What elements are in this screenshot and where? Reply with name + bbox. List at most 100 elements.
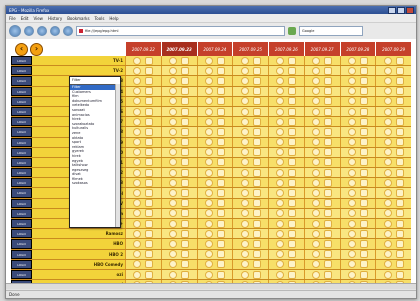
details-icon[interactable] <box>169 250 178 259</box>
record-icon[interactable] <box>395 239 404 248</box>
program-cell[interactable] <box>196 208 233 218</box>
record-icon[interactable] <box>252 127 261 136</box>
program-cell[interactable] <box>232 66 268 76</box>
details-icon[interactable] <box>240 189 249 198</box>
program-cell[interactable] <box>232 56 268 66</box>
record-icon[interactable] <box>181 117 190 126</box>
details-icon[interactable] <box>204 189 213 198</box>
record-icon[interactable] <box>395 138 404 147</box>
record-icon[interactable] <box>288 127 297 136</box>
details-icon[interactable] <box>383 87 392 96</box>
details-icon[interactable] <box>204 178 213 187</box>
record-icon[interactable] <box>359 87 368 96</box>
record-icon[interactable] <box>216 127 225 136</box>
record-icon[interactable] <box>288 239 297 248</box>
program-cell[interactable] <box>268 249 304 259</box>
record-icon[interactable] <box>181 66 190 75</box>
record-icon[interactable] <box>252 76 261 85</box>
program-cell[interactable] <box>160 76 197 86</box>
details-icon[interactable] <box>383 270 392 279</box>
record-icon[interactable] <box>324 239 333 248</box>
details-icon[interactable] <box>240 158 249 167</box>
details-icon[interactable] <box>240 138 249 147</box>
record-icon[interactable] <box>252 56 261 65</box>
program-cell[interactable] <box>303 66 340 76</box>
channel-logo[interactable]: LOGO <box>11 147 32 157</box>
program-cell[interactable] <box>160 229 197 239</box>
record-icon[interactable] <box>324 189 333 198</box>
details-icon[interactable] <box>312 219 321 228</box>
program-cell[interactable] <box>125 208 161 218</box>
record-icon[interactable] <box>395 76 404 85</box>
details-icon[interactable] <box>276 56 285 65</box>
program-cell[interactable] <box>232 127 268 137</box>
program-cell[interactable] <box>232 147 268 157</box>
details-icon[interactable] <box>347 199 356 208</box>
record-icon[interactable] <box>181 148 190 157</box>
record-icon[interactable] <box>181 168 190 177</box>
details-icon[interactable] <box>276 209 285 218</box>
program-cell[interactable] <box>196 269 233 280</box>
record-icon[interactable] <box>395 87 404 96</box>
details-icon[interactable] <box>347 56 356 65</box>
program-cell[interactable] <box>375 229 411 239</box>
date-header[interactable]: 2007.09.26 <box>268 42 304 56</box>
details-icon[interactable] <box>240 250 249 259</box>
details-icon[interactable] <box>133 148 142 157</box>
record-icon[interactable] <box>359 260 368 269</box>
program-cell[interactable] <box>196 96 233 106</box>
record-icon[interactable] <box>324 56 333 65</box>
record-icon[interactable] <box>359 138 368 147</box>
details-icon[interactable] <box>240 56 249 65</box>
details-icon[interactable] <box>383 148 392 157</box>
program-cell[interactable] <box>375 127 411 137</box>
details-icon[interactable] <box>312 127 321 136</box>
go-button[interactable] <box>288 27 296 35</box>
record-icon[interactable] <box>324 87 333 96</box>
program-cell[interactable] <box>196 239 233 249</box>
program-cell[interactable] <box>125 86 161 96</box>
program-cell[interactable] <box>303 56 340 66</box>
program-cell[interactable] <box>375 76 411 86</box>
program-cell[interactable] <box>125 178 161 188</box>
record-icon[interactable] <box>288 158 297 167</box>
details-icon[interactable] <box>383 229 392 238</box>
record-icon[interactable] <box>359 148 368 157</box>
record-icon[interactable] <box>181 239 190 248</box>
program-cell[interactable] <box>268 96 304 106</box>
details-icon[interactable] <box>276 260 285 269</box>
program-cell[interactable] <box>375 66 411 76</box>
program-cell[interactable] <box>339 269 376 280</box>
channel-logo[interactable]: LOGO <box>11 56 32 66</box>
details-icon[interactable] <box>204 107 213 116</box>
details-icon[interactable] <box>383 260 392 269</box>
record-icon[interactable] <box>216 178 225 187</box>
filter-selected[interactable]: Filter <box>70 77 120 85</box>
program-cell[interactable] <box>196 157 233 168</box>
details-icon[interactable] <box>276 87 285 96</box>
record-icon[interactable] <box>395 209 404 218</box>
program-cell[interactable] <box>160 188 197 198</box>
program-cell[interactable] <box>196 86 233 96</box>
record-icon[interactable] <box>359 189 368 198</box>
program-cell[interactable] <box>125 147 161 157</box>
program-cell[interactable] <box>339 56 376 66</box>
record-icon[interactable] <box>288 209 297 218</box>
program-cell[interactable] <box>160 56 197 66</box>
details-icon[interactable] <box>347 138 356 147</box>
details-icon[interactable] <box>312 66 321 75</box>
program-cell[interactable] <box>232 178 268 188</box>
record-icon[interactable] <box>359 270 368 279</box>
program-cell[interactable] <box>125 157 161 168</box>
details-icon[interactable] <box>169 219 178 228</box>
program-cell[interactable] <box>125 198 161 208</box>
program-cell[interactable] <box>232 157 268 168</box>
details-icon[interactable] <box>312 178 321 187</box>
details-icon[interactable] <box>347 219 356 228</box>
details-icon[interactable] <box>133 117 142 126</box>
details-icon[interactable] <box>276 189 285 198</box>
record-icon[interactable] <box>324 250 333 259</box>
program-cell[interactable] <box>160 66 197 76</box>
channel-logo[interactable]: LOGO <box>11 168 32 178</box>
details-icon[interactable] <box>347 178 356 187</box>
